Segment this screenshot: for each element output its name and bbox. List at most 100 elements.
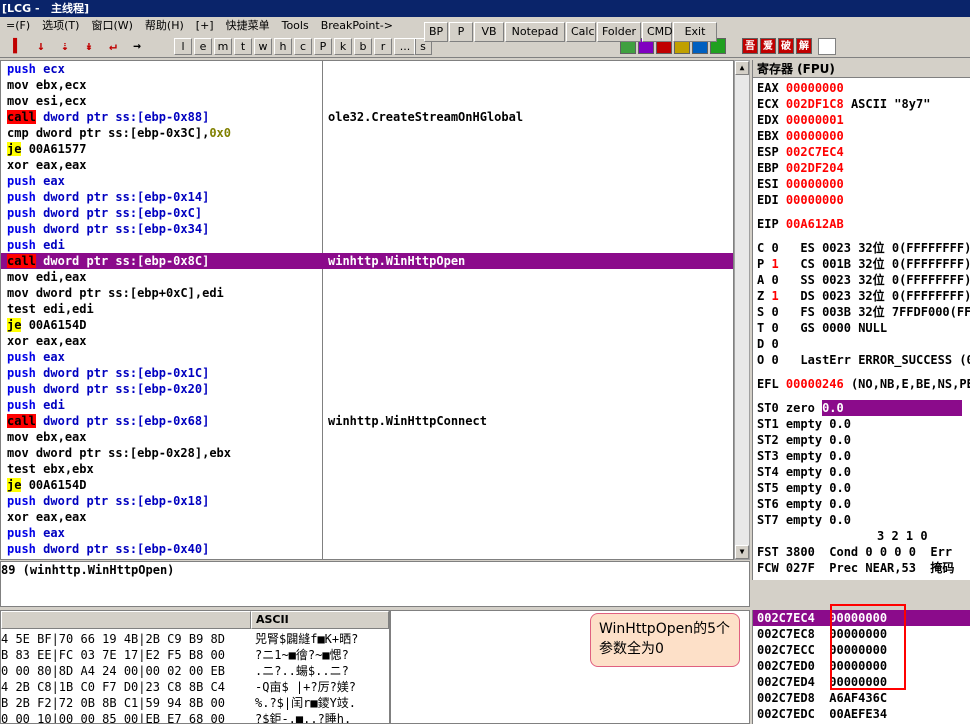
toolbar-cn-1[interactable]: 爱 — [760, 38, 776, 54]
ext-button-calc[interactable]: Calc — [566, 22, 596, 42]
pause-icon[interactable]: ▌ — [8, 38, 26, 56]
dump-ascii[interactable]: %.?$|闰r■鑁Y攱. — [255, 695, 356, 711]
menu-item[interactable]: =(F) — [0, 17, 36, 34]
ext-button-exit[interactable]: Exit — [673, 22, 717, 42]
register-ebx[interactable]: EBX 00000000 — [757, 128, 844, 144]
dump-ascii[interactable]: -Q亩$ |+?厉?媄? — [255, 679, 356, 695]
hex-dump-pane[interactable]: ASCII 4 5E BF|70 66 19 4B|2B C9 B9 8D 兕腎$… — [0, 610, 390, 724]
flag-value[interactable]: 1 — [771, 257, 778, 271]
toolbar-btn-dots[interactable]: ... — [394, 38, 416, 55]
stack-row[interactable]: 002C7EDC 00AEFE34 — [757, 706, 887, 722]
register-value[interactable]: 002C7EC4 — [786, 145, 844, 159]
register-value[interactable]: 00000000 — [786, 129, 844, 143]
disasm-row[interactable]: test edi,edi — [1, 301, 733, 317]
disasm-row[interactable]: push eax — [1, 525, 733, 541]
ext-button-p[interactable]: P — [449, 22, 473, 42]
disasm-row[interactable]: je 00A6154D — [1, 477, 733, 493]
fpu-value[interactable]: 0.0 — [829, 449, 851, 463]
fpu-value[interactable]: 0.0 — [829, 465, 851, 479]
dump-ascii[interactable]: .ニ?..蝪$..ニ? — [255, 663, 349, 679]
fpu-row[interactable]: ST1 empty 0.0 — [757, 416, 851, 432]
flag-row[interactable]: S 0 FS 003B 32位 7FFDF000(FFF) — [757, 304, 970, 320]
disasm-row[interactable]: push dword ptr ss:[ebp-0x14] — [1, 189, 733, 205]
stack-value[interactable]: 00AEFE34 — [829, 707, 887, 721]
dump-ascii[interactable]: ?ニ1~■徻?~■愢? — [255, 647, 349, 663]
disasm-row[interactable]: cmp dword ptr ss:[ebp-0x3C],0x0 — [1, 125, 733, 141]
flag-value[interactable]: 1 — [771, 289, 778, 303]
disasm-row[interactable]: push dword ptr ss:[ebp-0xC] — [1, 205, 733, 221]
ext-button-notepad[interactable]: Notepad — [505, 22, 565, 42]
fpu-value[interactable]: 0.0 — [829, 417, 851, 431]
flag-row[interactable]: A 0 SS 0023 32位 0(FFFFFFFF) — [757, 272, 970, 288]
disasm-row[interactable]: mov edi,eax — [1, 269, 733, 285]
flag-value[interactable]: 0 — [771, 305, 778, 319]
disasm-row[interactable]: push dword ptr ss:[ebp-0x34] — [1, 221, 733, 237]
toolbar-cn-2[interactable]: 破 — [778, 38, 794, 54]
flag-row[interactable]: P 1 CS 001B 32位 0(FFFFFFFF) — [757, 256, 970, 272]
disasm-row[interactable]: mov ebx,ecx — [1, 77, 733, 93]
flag-value[interactable]: 0 — [771, 353, 778, 367]
disasm-row[interactable]: call dword ptr ss:[ebp-0x8C] winhttp.WinH… — [1, 253, 733, 269]
register-eax[interactable]: EAX 00000000 — [757, 80, 844, 96]
disasm-row[interactable]: push eax — [1, 349, 733, 365]
dump-hex[interactable]: B 83 EE|FC 03 7E 17|E2 F5 B8 00 — [1, 647, 225, 663]
dump-hex[interactable]: B 2B F2|72 0B 8B C1|59 94 8B 00 — [1, 695, 225, 711]
disassembly-pane[interactable]: push ecx mov ebx,ecx mov esi,ecx call dword… — [0, 60, 734, 560]
flag-row[interactable]: O 0 LastErr ERROR_SUCCESS (0 — [757, 352, 970, 368]
disasm-row[interactable]: je 00A61577 — [1, 141, 733, 157]
fpu-row[interactable]: ST7 empty 0.0 — [757, 512, 851, 528]
toolbar-btn-r[interactable]: r — [374, 38, 392, 55]
menu-item[interactable]: 窗口(W) — [85, 17, 138, 34]
ext-button-cmd[interactable]: CMD — [642, 22, 673, 42]
toolbar-btn-b[interactable]: b — [354, 38, 372, 55]
fpu-row[interactable]: ST4 empty 0.0 — [757, 464, 851, 480]
fpu-value[interactable]: 0.0 — [822, 400, 963, 416]
fpu-value[interactable]: 0.0 — [829, 433, 851, 447]
toolbar-cn-0[interactable]: 吾 — [742, 38, 758, 54]
register-value[interactable]: 00000000 — [786, 177, 844, 191]
ext-button-vb[interactable]: VB — [474, 22, 504, 42]
return-icon[interactable]: ↵ — [104, 38, 122, 56]
fpu-row[interactable]: ST0 zero 0.0 — [757, 400, 963, 416]
register-eip[interactable]: EIP 00A612AB — [757, 216, 844, 232]
register-ebp[interactable]: EBP 002DF204 — [757, 160, 844, 176]
toolbar-btn-w[interactable]: w — [254, 38, 272, 55]
ext-button-bp[interactable]: BP — [424, 22, 448, 42]
fpu-value[interactable]: 0.0 — [829, 481, 851, 495]
flag-row[interactable]: T 0 GS 0000 NULL — [757, 320, 887, 336]
trace-into-icon[interactable]: ↡ — [80, 38, 98, 56]
register-ecx[interactable]: ECX 002DF1C8 ASCII "8y7" — [757, 96, 930, 112]
scroll-up-icon[interactable]: ▲ — [735, 61, 749, 75]
register-esp[interactable]: ESP 002C7EC4 — [757, 144, 844, 160]
fpu-row[interactable]: ST3 empty 0.0 — [757, 448, 851, 464]
toolbar-btn-h[interactable]: h — [274, 38, 292, 55]
step-over-icon[interactable]: ⇣ — [56, 38, 74, 56]
fpu-value[interactable]: 0.0 — [829, 497, 851, 511]
register-value[interactable]: 00000000 — [786, 193, 844, 207]
fpu-value[interactable]: 0.0 — [829, 513, 851, 527]
flag-value[interactable]: 0 — [771, 273, 778, 287]
disasm-row[interactable]: push dword ptr ss:[ebp-0x1C] — [1, 365, 733, 381]
ext-button-folder[interactable]: Folder — [597, 22, 641, 42]
dump-ascii[interactable]: ?$鉅-.■..?睡h. — [255, 711, 351, 723]
register-value[interactable]: 00000000 — [786, 81, 844, 95]
register-edi[interactable]: EDI 00000000 — [757, 192, 844, 208]
dump-hex[interactable]: 0 00 80|8D A4 24 00|00 02 00 EB — [1, 663, 225, 679]
register-value[interactable]: 00A612AB — [786, 217, 844, 231]
menu-item[interactable]: 快捷菜单 — [220, 17, 276, 34]
menu-item[interactable]: Tools — [276, 17, 315, 34]
disasm-row[interactable]: push dword ptr ss:[ebp-0x20] — [1, 381, 733, 397]
menu-item[interactable]: BreakPoint-> — [315, 17, 399, 34]
toolbar-btn-t[interactable]: t — [234, 38, 252, 55]
toolbar-btn-l[interactable]: l — [174, 38, 192, 55]
register-value[interactable]: 00000246 — [786, 377, 844, 391]
register-value[interactable]: 002DF204 — [786, 161, 844, 175]
step-into-icon[interactable]: ↓ — [32, 38, 50, 56]
dump-ascii[interactable]: 兕腎$闢縫f■K+晒? — [255, 631, 358, 647]
dump-hex[interactable]: 4 2B C8|1B C0 F7 D0|23 C8 8B C4 — [1, 679, 225, 695]
disasm-row[interactable]: test ebx,ebx — [1, 461, 733, 477]
flag-value[interactable]: 0 — [771, 241, 778, 255]
menu-item[interactable]: [+] — [190, 17, 220, 34]
flag-row[interactable]: C 0 ES 0023 32位 0(FFFFFFFF) — [757, 240, 970, 256]
disasm-row[interactable]: xor eax,eax — [1, 157, 733, 173]
